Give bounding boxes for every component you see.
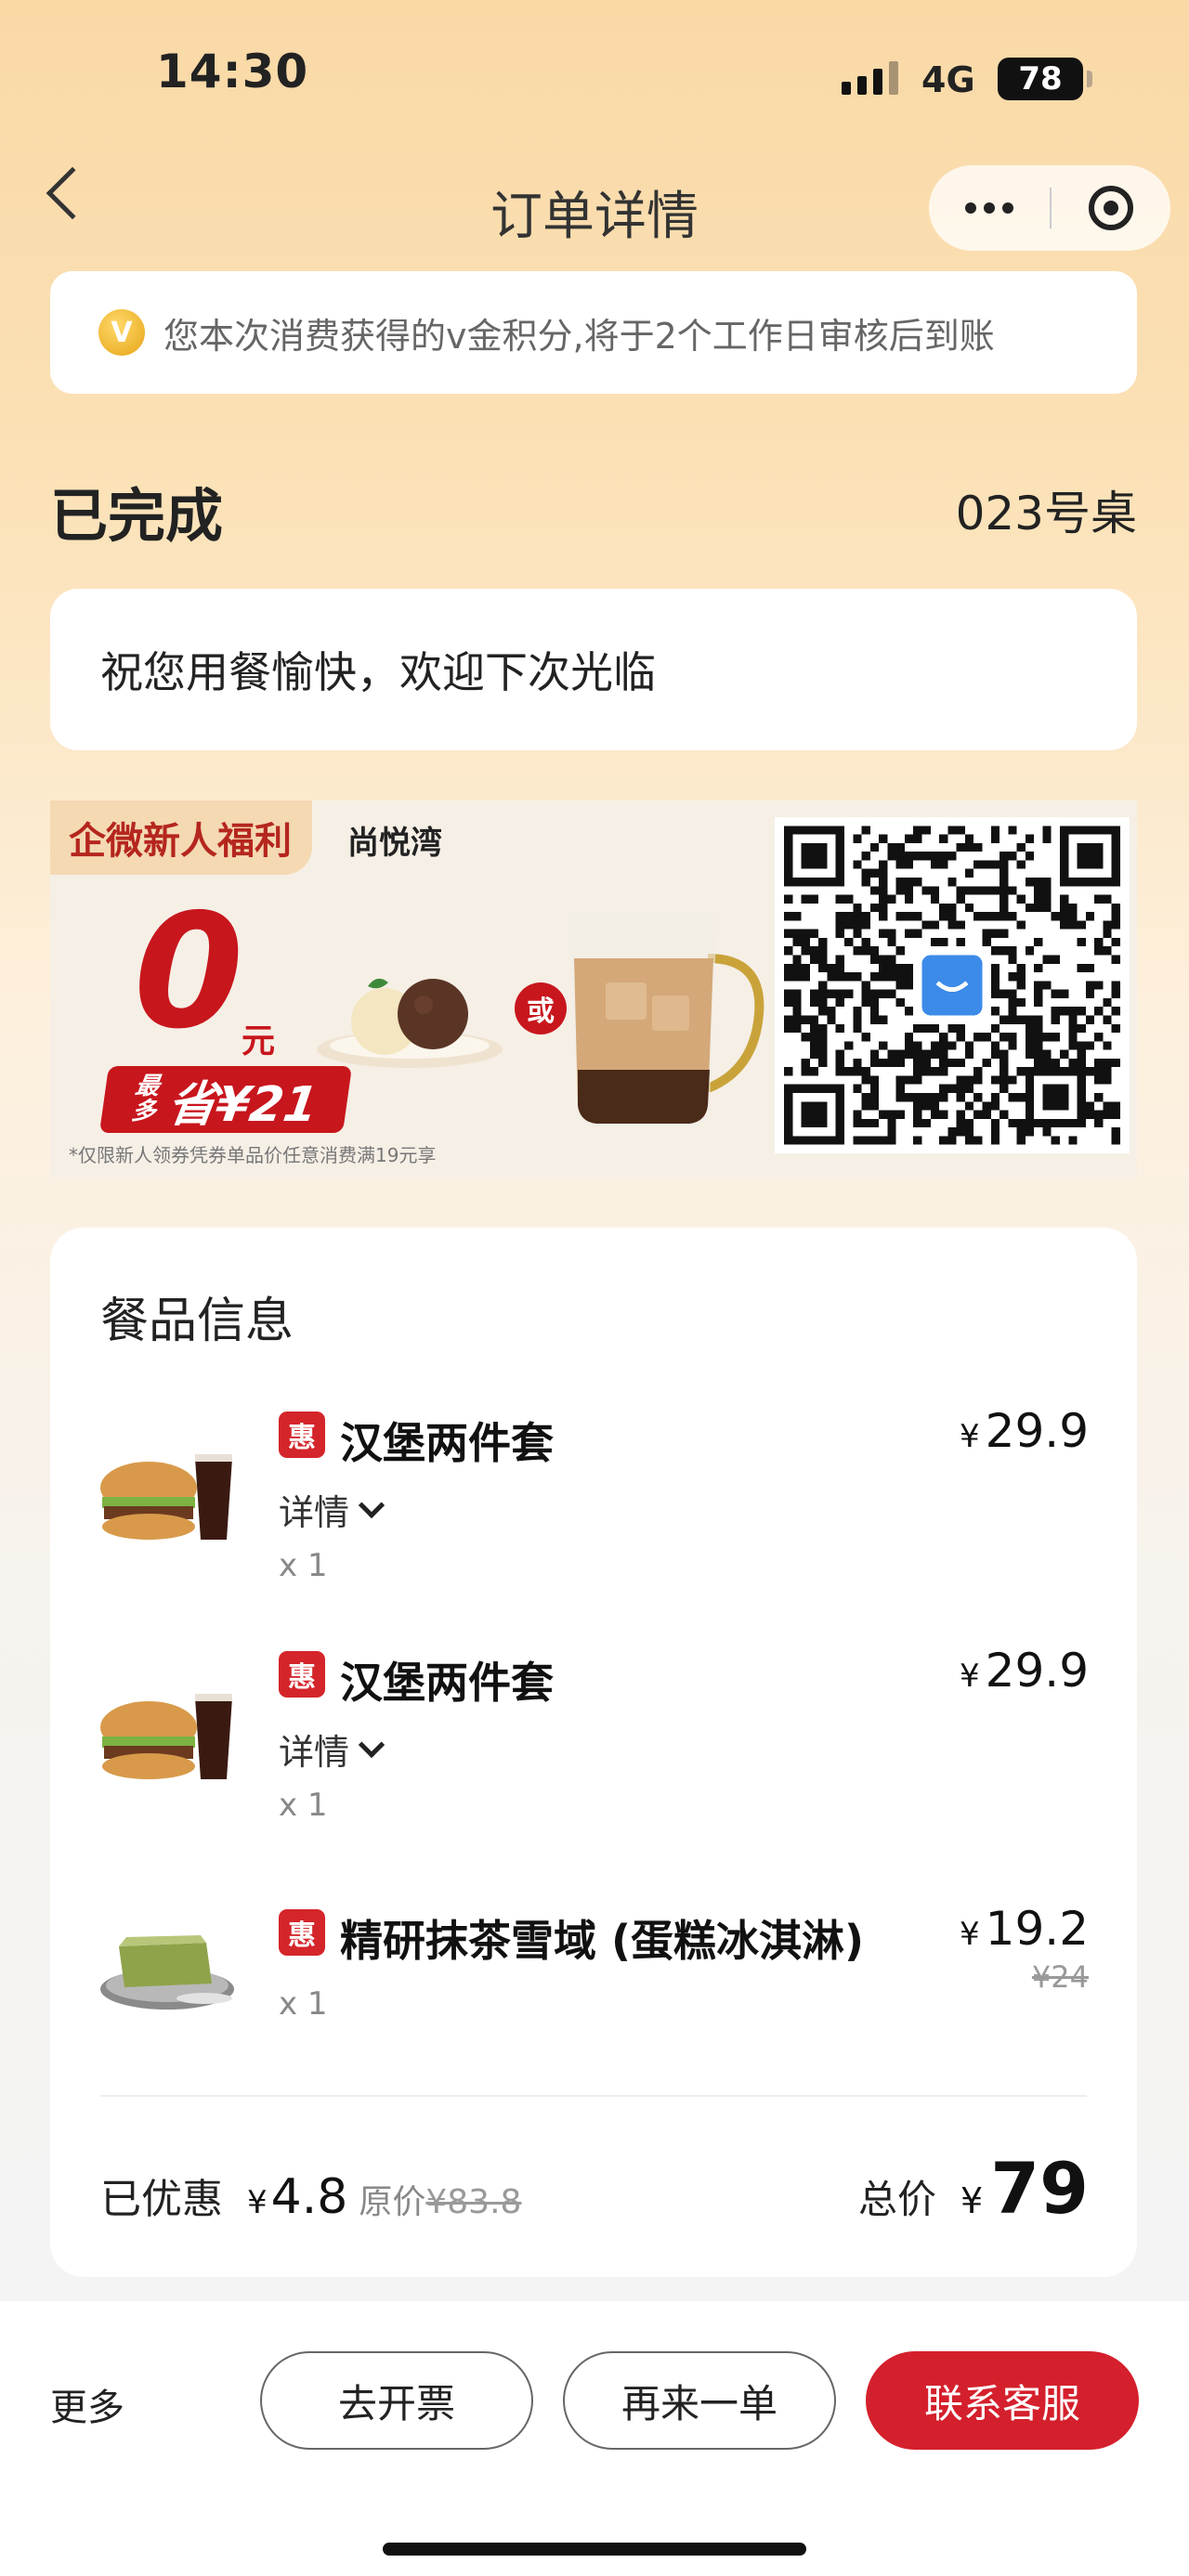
promo-yuan: 元 xyxy=(242,1022,276,1060)
matcha-cake-image xyxy=(100,1935,234,2010)
greeting-text: 祝您用餐愉快，欢迎下次光临 xyxy=(100,647,656,697)
item-name: 汉堡两件套 xyxy=(340,1418,554,1468)
invoice-button[interactable]: 去开票 xyxy=(260,2351,533,2450)
promo-save-badge: 最多 省¥21 xyxy=(98,1066,353,1133)
item-price-value: 19.2 xyxy=(985,1902,1089,1956)
total-value: 79 xyxy=(990,2147,1089,2230)
promo-tag: 企微新人福利 xyxy=(50,800,312,875)
discount-amount: ¥4.8 xyxy=(247,2169,347,2225)
item-price: ¥29.9 xyxy=(960,1644,1089,1698)
item-name: 汉堡两件套 xyxy=(340,1658,554,1708)
original-label: 原价 xyxy=(359,2183,426,2221)
item-price-value: 29.9 xyxy=(985,1404,1089,1458)
currency: ¥ xyxy=(960,1418,980,1455)
discount-badge: 惠 xyxy=(279,1909,325,1956)
more-button[interactable]: 更多 xyxy=(50,2377,124,2431)
contact-service-button[interactable]: 联系客服 xyxy=(866,2351,1139,2450)
greeting-card: 祝您用餐愉快，欢迎下次光临 xyxy=(50,589,1137,750)
burger-combo-image xyxy=(100,1694,232,1779)
item-price: ¥19.2 xyxy=(960,1902,1089,1956)
signal-icon xyxy=(842,61,898,95)
home-indicator[interactable] xyxy=(383,2543,806,2556)
food-info-card: 餐品信息 惠 汉堡两件套 ¥29.9 详情 x 1 惠 汉堡两件套 ¥29.9 … xyxy=(50,1228,1137,2277)
qr-code[interactable] xyxy=(775,817,1130,1153)
promo-zero: 0 xyxy=(134,880,244,1064)
original-total-value: ¥83.8 xyxy=(425,2183,522,2221)
item-quantity: x 1 xyxy=(279,1787,328,1824)
original-total: 原价¥83.8 xyxy=(359,2175,521,2223)
close-target-icon[interactable] xyxy=(1052,186,1170,230)
save-small: 最多 xyxy=(129,1072,162,1125)
chevron-down-icon xyxy=(358,1731,385,1758)
more-dots-icon[interactable] xyxy=(929,202,1050,214)
battery-icon: 78 xyxy=(998,58,1092,100)
item-name: 精研抹茶雪域 (蛋糕冰淇淋) xyxy=(340,1916,865,1966)
food-item: 惠 精研抹茶雪域 (蛋糕冰淇淋) ¥19.2 ¥24 x 1 xyxy=(50,1874,1137,2060)
currency: ¥ xyxy=(960,1658,980,1695)
save-text: 省¥21 xyxy=(163,1076,321,1133)
discount-summary: 已优惠 ¥4.8 原价¥83.8 xyxy=(100,2166,521,2225)
detail-label: 详情 xyxy=(279,1732,350,1773)
discount-badge: 惠 xyxy=(279,1412,325,1458)
table-number: 023号桌 xyxy=(955,487,1137,540)
discount-amount-value: 4.8 xyxy=(270,2169,348,2225)
milk-tea-image xyxy=(568,912,764,1127)
total-label: 总价 xyxy=(858,2177,937,2222)
chevron-down-icon xyxy=(358,1491,385,1518)
points-notice: V 您本次消费获得的v金积分,将于2个工作日审核后到账 xyxy=(50,271,1137,394)
burger-combo-image xyxy=(100,1454,232,1540)
item-price-value: 29.9 xyxy=(985,1644,1089,1698)
bottom-action-bar: 更多 去开票 再来一单 联系客服 xyxy=(0,2301,1189,2576)
notice-text: 您本次消费获得的v金积分,将于2个工作日审核后到账 xyxy=(163,315,995,357)
battery-level: 78 xyxy=(1018,60,1063,98)
mini-program-capsule xyxy=(929,165,1170,251)
promo-banner[interactable]: 企微新人福利 尚悦湾 0 元 最多 省¥21 或 *仅限新人领券凭券单品价任意消… xyxy=(50,800,1137,1177)
food-item: 惠 汉堡两件套 ¥29.9 详情 x 1 xyxy=(50,1634,1137,1876)
network-type: 4G xyxy=(921,59,975,100)
ice-cream-image xyxy=(317,978,503,1068)
v-coin-icon: V xyxy=(98,309,145,356)
item-detail-toggle[interactable]: 详情 xyxy=(279,1484,385,1535)
currency: ¥ xyxy=(247,2184,268,2221)
food-info-title: 餐品信息 xyxy=(100,1294,294,1349)
store-name: 尚悦湾 xyxy=(347,825,442,862)
total-summary: 总价 ¥ 79 xyxy=(858,2147,1089,2230)
order-status: 已完成 xyxy=(50,482,224,550)
currency: ¥ xyxy=(960,2180,984,2221)
status-time: 14:30 xyxy=(156,45,309,98)
food-item: 惠 汉堡两件套 ¥29.9 详情 x 1 xyxy=(50,1395,1137,1636)
item-price: ¥29.9 xyxy=(960,1404,1089,1458)
detail-label: 详情 xyxy=(279,1492,350,1533)
divider xyxy=(100,2095,1087,2097)
reorder-button[interactable]: 再来一单 xyxy=(563,2351,836,2450)
item-quantity: x 1 xyxy=(279,1547,328,1584)
item-original-price: ¥24 xyxy=(1031,1959,1089,1995)
discount-badge: 惠 xyxy=(279,1651,325,1698)
item-detail-toggle[interactable]: 详情 xyxy=(279,1724,385,1775)
discount-label: 已优惠 xyxy=(100,2176,223,2223)
item-quantity: x 1 xyxy=(279,1985,328,2023)
currency: ¥ xyxy=(960,1916,980,1953)
promo-disclaimer: *仅限新人领券凭券单品价任意消费满19元享 xyxy=(69,1144,437,1166)
